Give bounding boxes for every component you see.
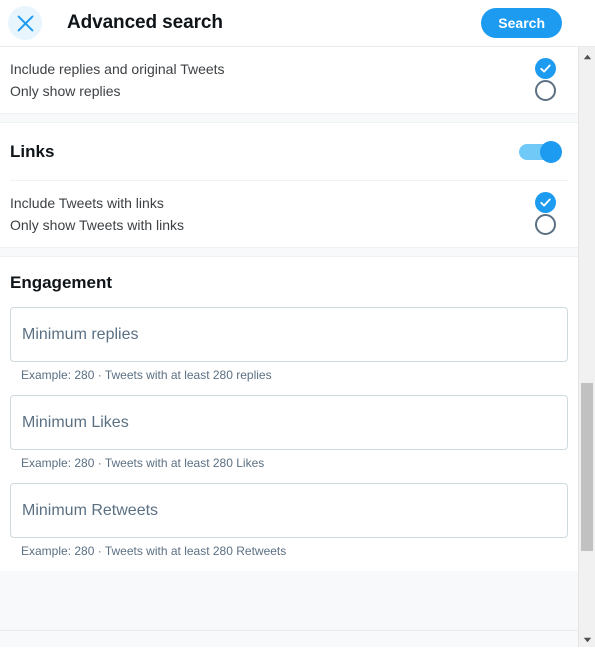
- dialog-header: Advanced search Search: [0, 0, 595, 47]
- minimum-replies-hint: Example: 280 · Tweets with at least 280 …: [21, 368, 272, 382]
- section-gap: [0, 113, 578, 123]
- dialog-body: Include replies and original Tweets Only…: [0, 47, 578, 647]
- scrollbar-thumb[interactable]: [581, 383, 593, 551]
- advanced-search-dialog: Advanced search Search Include replies a…: [0, 0, 595, 647]
- close-x-icon: [17, 15, 34, 32]
- field-spacer: [0, 382, 578, 395]
- chevron-down-icon: [583, 630, 592, 648]
- page-title: Advanced search: [67, 12, 223, 33]
- option-include-replies-and-original-tweets[interactable]: Include replies and original Tweets: [0, 47, 578, 80]
- minimum-retweets-hint: Example: 280 · Tweets with at least 280 …: [21, 544, 287, 558]
- chevron-up-icon: [583, 47, 592, 65]
- close-button[interactable]: [8, 6, 42, 40]
- section-links: Links Include Tweets with links Only sho…: [0, 123, 578, 247]
- minimum-retweets-input-box[interactable]: [10, 483, 568, 538]
- field-spacer: [0, 558, 578, 571]
- search-button[interactable]: Search: [481, 8, 562, 38]
- radio-unchecked-icon[interactable]: [535, 214, 556, 235]
- bottom-strip: [0, 630, 578, 647]
- option-include-tweets-with-links[interactable]: Include Tweets with links: [0, 181, 578, 214]
- links-toggle-switch[interactable]: [519, 140, 562, 163]
- links-toggle-row: Links: [0, 123, 578, 180]
- scroll-down-button[interactable]: [579, 630, 595, 647]
- radio-unchecked-icon[interactable]: [535, 80, 556, 101]
- radio-checked-icon[interactable]: [535, 192, 556, 213]
- field-spacer: [0, 470, 578, 483]
- section-engagement: Engagement Example: 280 · Tweets with at…: [0, 257, 578, 571]
- radio-checked-icon[interactable]: [535, 58, 556, 79]
- option-only-show-tweets-with-links[interactable]: Only show Tweets with links: [0, 214, 578, 247]
- scroll-up-button[interactable]: [579, 47, 595, 64]
- section-gap: [0, 247, 578, 257]
- field-minimum-replies: Example: 280 · Tweets with at least 280 …: [0, 307, 578, 382]
- minimum-replies-input-box[interactable]: [10, 307, 568, 362]
- field-minimum-likes: Example: 280 · Tweets with at least 280 …: [0, 395, 578, 470]
- option-label: Only show Tweets with links: [10, 216, 185, 233]
- toggle-knob: [540, 140, 562, 163]
- links-section-title: Links: [10, 141, 55, 161]
- engagement-section-title: Engagement: [10, 273, 113, 292]
- vertical-scrollbar[interactable]: [578, 47, 595, 647]
- option-only-show-replies[interactable]: Only show replies: [0, 80, 578, 113]
- minimum-likes-hint: Example: 280 · Tweets with at least 280 …: [21, 456, 265, 470]
- minimum-likes-input[interactable]: [22, 413, 556, 432]
- section-replies: Include replies and original Tweets Only…: [0, 47, 578, 113]
- field-minimum-retweets: Example: 280 · Tweets with at least 280 …: [0, 483, 578, 558]
- option-label: Include replies and original Tweets: [10, 60, 225, 77]
- minimum-retweets-input[interactable]: [22, 501, 556, 520]
- option-label: Include Tweets with links: [10, 194, 164, 211]
- option-label: Only show replies: [10, 82, 121, 99]
- minimum-replies-input[interactable]: [22, 325, 556, 344]
- minimum-likes-input-box[interactable]: [10, 395, 568, 450]
